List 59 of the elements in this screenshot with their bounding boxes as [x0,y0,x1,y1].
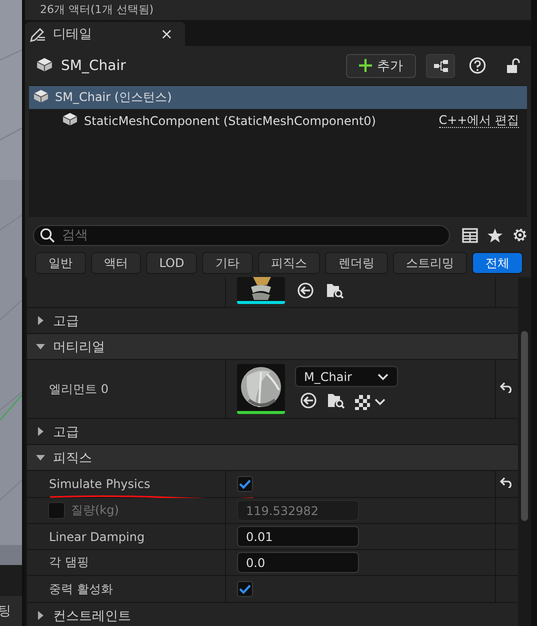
filter-tab[interactable]: 전체 [472,252,523,274]
hierarchy-button[interactable] [426,54,455,78]
actor-count: 26개 액터(1개 선택됨) [40,2,154,17]
category-label: 고급 [53,424,79,440]
filter-tab[interactable]: 일반 [35,252,86,274]
star-icon[interactable] [487,228,503,242]
component-row[interactable]: StaticMeshComponent (StaticMeshComponent0) C++에서 편집 [29,109,527,132]
filter-tab[interactable]: LOD [146,252,198,274]
property-label: 중력 활성화 [48,580,114,598]
hierarchy-icon [434,60,448,72]
pencil-icon [30,26,46,42]
reset-icon[interactable] [500,382,513,396]
property-label: 각 댐핑 [49,554,89,571]
table-view-icon[interactable] [462,228,478,242]
category-header[interactable]: 고급 [27,419,518,445]
collapse-caret-icon[interactable] [36,453,45,462]
property-label: Linear Damping [49,530,145,544]
edit-code-link[interactable]: C++에서 편집 [438,114,519,128]
add-button[interactable]: 추가 [346,54,416,78]
category-header[interactable]: 고급 [27,308,518,334]
details-tab[interactable]: 디테일 × [25,22,185,46]
category-label: 고급 [53,312,79,330]
filter-tab[interactable]: 렌더링 [325,252,388,274]
expand-caret-icon[interactable] [36,427,45,436]
tab-title: 디테일 [53,26,92,43]
category-label: 피직스 [53,450,92,466]
help-icon[interactable] [469,57,486,74]
property-label: 질량(kg) [71,502,119,519]
mesh-cube-icon [36,56,53,74]
checkbox[interactable] [237,476,253,492]
close-button[interactable]: × [160,25,173,43]
checkbox[interactable] [237,581,253,597]
reset-icon[interactable] [500,477,513,491]
filter-tab[interactable]: 액터 [90,252,141,274]
actor-name: SM_Chair [61,58,126,74]
category-header[interactable]: 컨스트레인트 [27,603,518,626]
search-field[interactable]: 검색 [33,224,450,246]
filter-tab[interactable]: 스트리밍 [392,252,468,274]
number-field[interactable]: 0.01 [237,526,359,547]
scrollbar[interactable] [518,277,531,626]
component-row[interactable]: SM_Chair (인스턴스) [29,86,527,109]
checker-icon[interactable] [355,394,386,410]
property-label: 엘리먼트 0 [48,380,110,398]
filter-tab[interactable]: 기타 [202,252,253,274]
category-label: 머티리얼 [53,338,105,356]
section-header[interactable]: 머티리얼 [27,334,518,360]
settings-icon[interactable] [512,227,528,243]
filter-tab[interactable]: 피직스 [258,252,320,274]
property-label: Simulate Physics [48,476,152,493]
number-field[interactable]: 0.0 [237,552,359,573]
section-header[interactable]: 피직스 [27,445,518,471]
add-label: 추가 [377,58,403,74]
lock-icon[interactable] [506,58,521,74]
expand-caret-icon[interactable] [36,316,45,325]
category-label: 컨스트레인트 [53,608,131,624]
expand-caret-icon[interactable] [36,611,45,620]
plus-icon [359,59,372,72]
collapse-caret-icon[interactable] [36,342,45,351]
material-dropdown[interactable]: M_Chair [295,366,398,387]
